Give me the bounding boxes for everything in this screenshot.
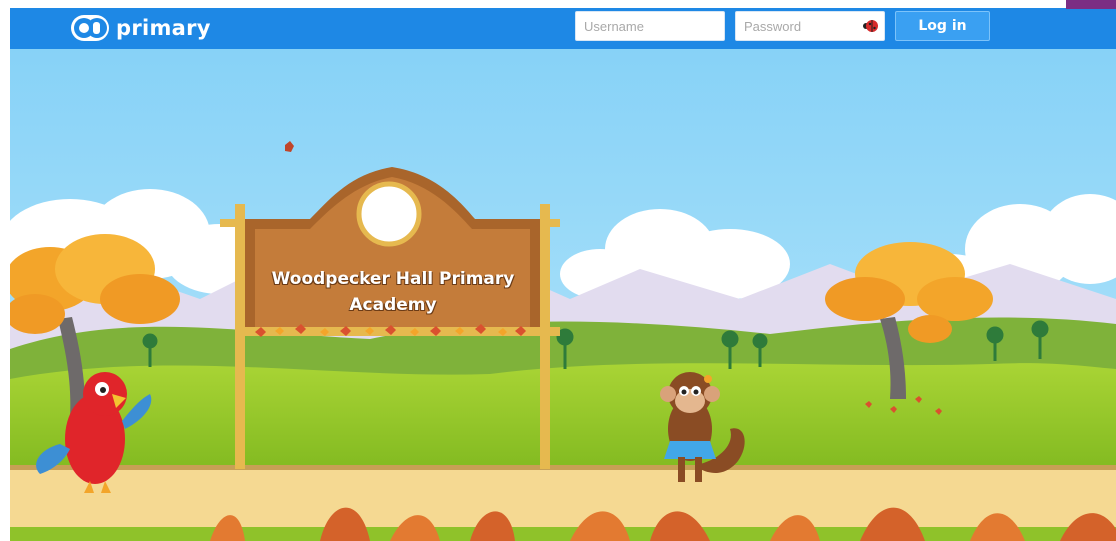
page-stage: primary Log in <box>10 8 1116 541</box>
header-bar: primary Log in <box>10 8 1116 49</box>
background-scene <box>10 49 1116 541</box>
dirt-path <box>10 467 1116 529</box>
ladybug-icon[interactable] <box>862 19 878 33</box>
logo-badge-icon <box>71 15 109 41</box>
login-button[interactable]: Log in <box>895 11 990 41</box>
username-input[interactable] <box>575 11 725 41</box>
near-hills <box>10 363 1116 479</box>
school-name-sign: Woodpecker Hall Primary Academy <box>271 269 515 315</box>
corner-tab <box>1066 0 1116 9</box>
brand-name: primary <box>116 16 211 40</box>
site-logo[interactable]: primary <box>70 11 211 45</box>
